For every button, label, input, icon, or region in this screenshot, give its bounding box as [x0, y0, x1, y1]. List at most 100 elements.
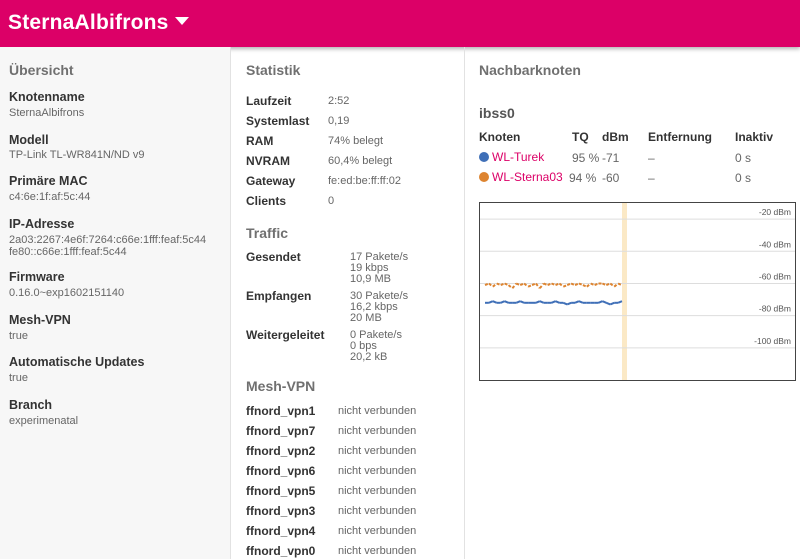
- neighbours-title: Nachbarknoten: [479, 62, 581, 78]
- column-header-tq: TQ: [572, 130, 589, 144]
- series-line-segment: [609, 282, 615, 288]
- series-line-segment: [562, 284, 568, 288]
- series-line-segment: [523, 282, 529, 288]
- overview-panel: Übersicht Knotenname SternaAlbifrons Mod…: [0, 47, 231, 559]
- field-label-firmware: Firmware: [9, 270, 65, 284]
- y-axis-label: -60 dBm: [759, 271, 791, 281]
- vpn-peer-status: nicht verbunden: [338, 405, 417, 417]
- series-line-segment: [586, 282, 592, 288]
- vpn-peer-name: ffnord_vpn3: [246, 504, 316, 518]
- vpn-peer-status: nicht verbunden: [338, 445, 417, 457]
- field-label-branch: Branch: [9, 398, 53, 412]
- series-line-segment: [617, 300, 623, 304]
- y-axis-label: -80 dBm: [759, 304, 791, 314]
- traffic-label-received: Empfangen: [246, 289, 312, 303]
- stat-value-gateway: fe:ed:be:ff:ff:02: [328, 175, 401, 187]
- field-value-node-name: SternaAlbifrons: [9, 107, 85, 119]
- vpn-peer-name: ffnord_vpn5: [246, 484, 316, 498]
- series-line-segment: [527, 284, 533, 288]
- field-label-mesh-vpn: Mesh-VPN: [9, 313, 71, 327]
- series-line-segment: [539, 300, 545, 304]
- traffic-value-received: 30 Pakete/s 16,2 kbps 20 MB: [350, 291, 408, 324]
- traffic-forwarded-total: 20,2 kB: [350, 351, 388, 363]
- signal-graph-svg: -20 dBm -40 dBm -60 dBm -80 dBm -100 dBm: [480, 203, 795, 380]
- stat-label-load: Systemlast: [246, 114, 310, 128]
- vpn-peer-status: nicht verbunden: [338, 425, 417, 437]
- stat-label-ram: RAM: [246, 134, 274, 148]
- field-label-mac: Primäre MAC: [9, 174, 88, 188]
- stat-value-uptime: 2:52: [328, 95, 350, 107]
- vpn-peer-status: nicht verbunden: [338, 485, 417, 497]
- traffic-sent-total: 10,9 MB: [350, 273, 391, 285]
- stat-label-nvram: NVRAM: [246, 154, 290, 168]
- series-color-dot: [479, 152, 489, 162]
- node-selector[interactable]: SternaAlbifrons: [8, 11, 189, 35]
- series-line-segment: [535, 300, 541, 304]
- vpn-peer-status: nicht verbunden: [338, 505, 417, 517]
- neighbour-dbm: -60: [602, 171, 620, 185]
- vpn-peer-name: ffnord_vpn1: [246, 404, 316, 418]
- series-line-segment: [602, 300, 607, 304]
- y-axis-label: -100 dBm: [754, 336, 791, 346]
- neighbour-dbm: -71: [602, 151, 620, 165]
- traffic-value-forwarded: 0 Pakete/s 0 bps 20,2 kB: [350, 330, 402, 363]
- field-value-firmware: 0.16.0~exp1602151140: [9, 287, 125, 299]
- neighbour-link[interactable]: WL-Sterna03: [492, 170, 563, 184]
- series-line-segment: [488, 282, 494, 288]
- neighbour-inactive: 0 s: [735, 171, 752, 185]
- field-value-mesh-vpn: true: [9, 330, 28, 342]
- stat-label-gateway: Gateway: [246, 174, 296, 188]
- series-line-segment: [555, 300, 560, 304]
- series-line-segment: [609, 301, 615, 306]
- stat-label-uptime: Laufzeit: [246, 94, 292, 108]
- overview-title: Übersicht: [9, 62, 74, 78]
- field-value-mac: c4:6e:1f:af:5c:44: [9, 191, 91, 203]
- time-cursor: [622, 203, 627, 380]
- node-title: SternaAlbifrons: [8, 11, 169, 34]
- neighbours-panel: Nachbarknoten ibss0 Knoten TQ dBm Entfer…: [465, 47, 800, 559]
- field-label-model: Modell: [9, 133, 49, 147]
- series-line-segment: [551, 300, 556, 304]
- field-value-auto-updates: true: [9, 372, 28, 384]
- series-line-segment: [562, 301, 568, 306]
- neighbour-distance: –: [648, 151, 655, 165]
- vpn-peer-name: ffnord_vpn0: [246, 544, 316, 558]
- y-axis-label: -40 dBm: [759, 239, 791, 249]
- vpn-peer-name: ffnord_vpn7: [246, 424, 316, 438]
- neighbour-row: WL-Sterna03: [479, 170, 563, 184]
- traffic-value-sent: 17 Pakete/s 19 kbps 10,9 MB: [350, 252, 408, 285]
- vpn-peer-status: nicht verbunden: [338, 525, 417, 537]
- series-line-segment: [558, 282, 564, 288]
- neighbour-row: WL-Turek: [479, 150, 544, 164]
- vpn-peer-name: ffnord_vpn4: [246, 524, 316, 538]
- series-line-segment: [574, 300, 580, 304]
- column-header-dbm: dBm: [602, 130, 629, 144]
- stat-value-ram: 74% belegt: [328, 135, 384, 147]
- traffic-received-total: 20 MB: [350, 312, 382, 324]
- traffic-title: Traffic: [246, 225, 289, 241]
- vpn-peer-status: nicht verbunden: [338, 465, 417, 477]
- field-label-ip: IP-Adresse: [9, 217, 75, 231]
- caret-down-icon: [174, 17, 189, 26]
- column-header-inactive: Inaktiv: [735, 130, 774, 144]
- mesh-vpn-title: Mesh-VPN: [246, 378, 316, 394]
- series-color-dot: [479, 172, 489, 182]
- column-header-node: Knoten: [479, 130, 521, 144]
- series-line-segment: [613, 282, 619, 288]
- interface-title: ibss0: [479, 105, 515, 121]
- neighbour-inactive: 0 s: [735, 151, 752, 165]
- vpn-peer-name: ffnord_vpn6: [246, 464, 316, 478]
- traffic-label-sent: Gesendet: [246, 250, 301, 264]
- neighbour-link[interactable]: WL-Turek: [492, 150, 544, 164]
- header-bar: SternaAlbifrons: [0, 0, 800, 47]
- series-line-segment: [566, 301, 572, 306]
- neighbour-tq: 94 %: [569, 171, 597, 185]
- field-value-ip: 2a03:2267:4e6f:7264:c66e:1fff:feaf:5c44 …: [9, 234, 207, 258]
- series-line-segment: [578, 300, 584, 304]
- traffic-label-forwarded: Weitergeleitet: [246, 328, 325, 342]
- stat-label-clients: Clients: [246, 194, 287, 208]
- neighbour-distance: –: [648, 171, 655, 185]
- series-line-segment: [488, 300, 494, 304]
- field-label-node-name: Knotenname: [9, 90, 85, 104]
- y-axis-label: -20 dBm: [759, 207, 791, 217]
